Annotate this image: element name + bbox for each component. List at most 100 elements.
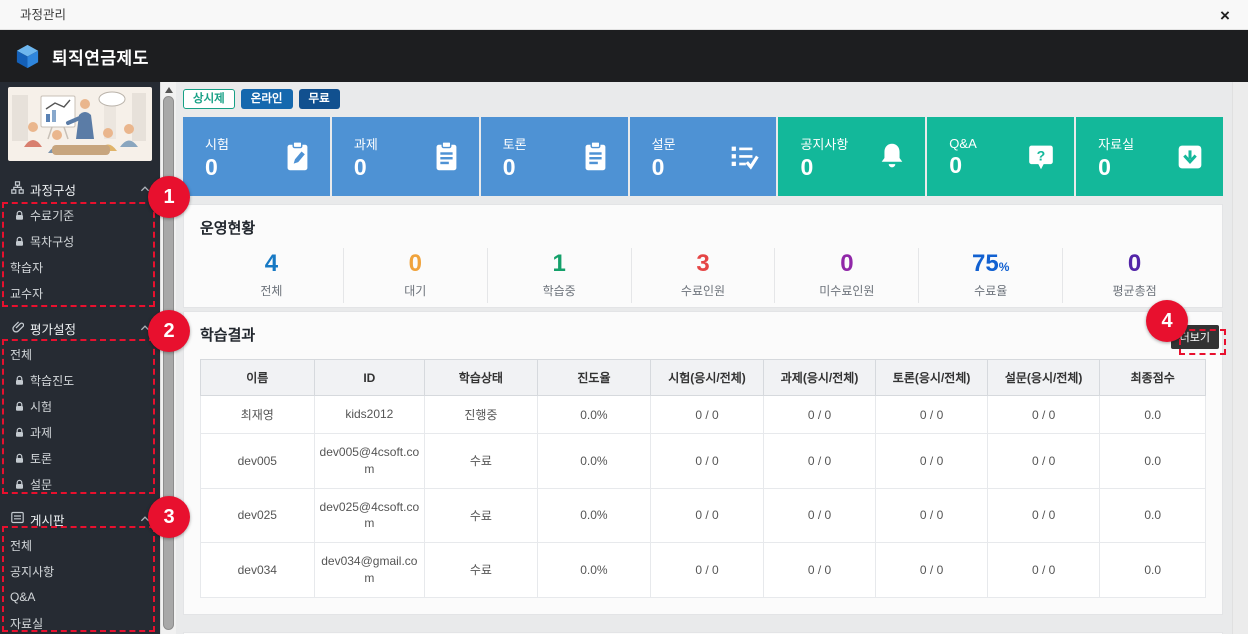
sidebar-item-1-4[interactable]: 교수자 [0,280,160,306]
svg-text:?: ? [1037,148,1046,164]
sidebar-item-2-1[interactable]: 전체 [0,341,160,367]
stat-card-4[interactable]: 설문0 [630,117,777,196]
close-icon[interactable]: × [1212,0,1238,30]
sidebar-item-label: 목차구성 [30,233,74,250]
course-tag: 온라인 [241,89,293,109]
more-button[interactable]: 더보기 [1171,325,1219,349]
column-header: 토론(응시/전체) [876,360,988,396]
column-header: 이름 [201,360,315,396]
stat-value: 3 [632,250,775,278]
chevron-up-icon[interactable] [140,514,150,524]
table-cell: 0 / 0 [876,434,988,489]
nav-section-2[interactable]: 평가설정 [0,315,160,341]
ops-stat: 0평균총점 [1062,248,1206,303]
sidebar-item-1-1[interactable]: 수료기준 [0,202,160,228]
sidebar-item-label: 공지사항 [10,563,54,580]
table-cell: 수료 [425,543,538,598]
stat-number: 4 [265,250,278,277]
sitemap-icon [11,181,24,197]
table-cell: 0.0% [537,434,651,489]
table-row[interactable]: dev034dev034@gmail.com수료0.0%0 / 00 / 00 … [201,543,1206,598]
card-text: 시험0 [205,134,229,179]
stat-card-7[interactable]: 자료실0 [1076,117,1223,196]
table-cell: dev025@4csoft.com [314,488,425,543]
nav-section-label: 과정구성 [30,180,76,199]
sidebar-item-2-3[interactable]: 시험 [0,393,160,419]
scrollbar-thumb[interactable] [163,96,174,630]
table-cell: 0 / 0 [987,434,1100,489]
column-header: 설문(응시/전체) [987,360,1100,396]
exam-icon [280,140,314,174]
stat-card-5[interactable]: 공지사항0 [778,117,925,196]
sidebar-item-label: 학습진도 [30,372,74,389]
course-thumbnail [8,87,152,161]
card-label: 공지사항 [800,134,848,153]
stat-card-6[interactable]: Q&A0? [927,117,1074,196]
stat-card-3[interactable]: 토론0 [481,117,628,196]
sidebar-item-3-4[interactable]: 자료실 [0,610,160,634]
vertical-scrollbar[interactable] [160,82,176,634]
chevron-up-icon[interactable] [140,323,150,333]
sidebar-item-1-3[interactable]: 학습자 [0,254,160,280]
table-row[interactable]: dev025dev025@4csoft.com수료0.0%0 / 00 / 00… [201,488,1206,543]
card-label: 설문 [652,134,676,153]
table-cell: 0 / 0 [763,543,876,598]
nav-section-3[interactable]: 게시판 [0,506,160,532]
survey-icon [726,140,760,174]
sidebar-item-label: 교수자 [10,285,43,302]
sidebar-item-2-2[interactable]: 학습진도 [0,367,160,393]
lock-icon [14,479,25,490]
course-tags: 상시제온라인무료 [183,89,1223,109]
stat-label: 전체 [200,282,343,299]
lock-icon [14,210,25,221]
card-text: 설문0 [652,134,676,179]
table-cell: 0.0 [1100,396,1206,434]
sidebar-item-label: 시험 [30,398,52,415]
learning-results-panel: 학습결과 더보기 이름ID학습상태진도율시험(응시/전체)과제(응시/전체)토론… [183,311,1223,615]
table-cell: 0.0% [537,396,651,434]
course-header: 퇴직연금제도 [0,30,1248,82]
sidebar-item-3-2[interactable]: 공지사항 [0,558,160,584]
bell-icon [875,140,909,174]
sidebar-item-label: 전체 [10,346,32,363]
stat-label: 학습중 [488,282,631,299]
sidebar-item-2-4[interactable]: 과제 [0,419,160,445]
sidebar-item-2-5[interactable]: 토론 [0,445,160,471]
question-icon: ? [1024,140,1058,174]
chevron-up-icon[interactable] [140,184,150,194]
stat-value: 75% [919,250,1062,278]
stat-card-1[interactable]: 시험0 [183,117,330,196]
table-body: 최재영kids2012진행중0.0%0 / 00 / 00 / 00 / 00.… [201,396,1206,598]
sidebar-item-2-6[interactable]: 설문 [0,471,160,497]
table-cell: 0 / 0 [763,396,876,434]
stat-card-2[interactable]: 과제0 [332,117,479,196]
table-cell: 0 / 0 [876,488,988,543]
table-cell: 0 / 0 [987,396,1100,434]
sidebar-item-label: 설문 [30,476,52,493]
nav-section-1[interactable]: 과정구성 [0,176,160,202]
sidebar-item-1-2[interactable]: 목차구성 [0,228,160,254]
right-scrollbar-track[interactable] [1232,82,1248,634]
table-cell: 0.0 [1100,434,1206,489]
table-cell: dev025 [201,488,315,543]
ops-stat: 4 전체 [200,248,343,303]
card-value: 0 [205,156,229,179]
card-text: Q&A0 [949,136,976,177]
stat-label: 미수료인원 [775,282,918,299]
table-row[interactable]: dev005dev005@4csoft.com수료0.0%0 / 00 / 00… [201,434,1206,489]
table-cell: 0 / 0 [763,434,876,489]
card-text: 과제0 [354,134,378,179]
table-row[interactable]: 최재영kids2012진행중0.0%0 / 00 / 00 / 00 / 00.… [201,396,1206,434]
table-cell: dev005@4csoft.com [314,434,425,489]
stat-label: 대기 [344,282,487,299]
sidebar-item-3-1[interactable]: 전체 [0,532,160,558]
table-cell: kids2012 [314,396,425,434]
scroll-up-arrow-icon[interactable] [165,87,173,93]
sidebar-item-3-3[interactable]: Q&A [0,584,160,610]
table-cell: 0 / 0 [651,543,764,598]
table-cell: 0 / 0 [651,488,764,543]
table-cell: dev034@gmail.com [314,543,425,598]
stat-value: 4 [200,250,343,278]
card-value: 0 [354,156,378,179]
column-header: 학습상태 [425,360,538,396]
